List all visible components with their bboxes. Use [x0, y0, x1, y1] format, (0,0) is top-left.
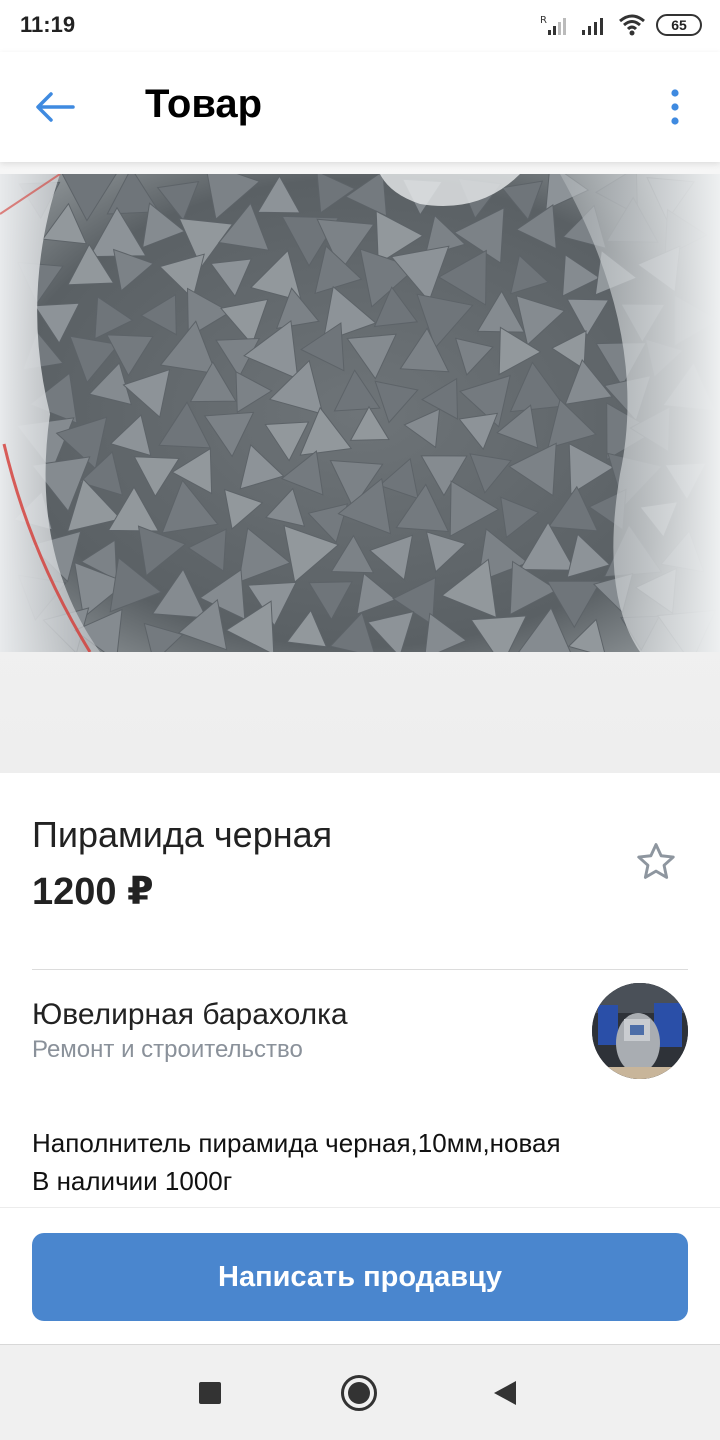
divider: [32, 969, 688, 970]
system-navigation-bar: [0, 1344, 720, 1440]
product-price: 1200 ₽: [32, 871, 154, 913]
recent-apps-icon[interactable]: [199, 1382, 221, 1404]
arrow-left-icon: [36, 92, 75, 122]
status-time: 11:19: [20, 12, 76, 37]
signal-roaming-icon: R: [540, 15, 566, 35]
home-icon[interactable]: [341, 1375, 377, 1411]
seller-avatar[interactable]: [592, 983, 688, 1079]
back-icon[interactable]: [494, 1381, 516, 1405]
seller-avatar-image: [592, 983, 688, 1079]
svg-text:R: R: [540, 15, 547, 26]
signal-icon: [582, 18, 603, 35]
contact-seller-button[interactable]: Написать продавцу: [32, 1233, 688, 1321]
product-image-area[interactable]: [0, 162, 720, 773]
star-outline-icon: [637, 843, 675, 879]
page-title: Товар: [145, 82, 263, 126]
battery-level: 65: [671, 17, 687, 33]
product-description: Наполнитель пирамида черная,10мм,новая В…: [32, 1124, 688, 1200]
description-line: В наличии 1000г: [32, 1166, 233, 1196]
wifi-icon: [619, 14, 645, 36]
seller-name[interactable]: Ювелирная барахолка: [32, 998, 348, 1032]
app-bar: Товар: [0, 52, 720, 162]
more-options-button[interactable]: [660, 82, 690, 132]
more-vertical-icon: [671, 89, 679, 125]
product-photo: [0, 174, 720, 652]
product-title: Пирамида черная: [32, 814, 333, 855]
battery-icon: 65: [656, 14, 702, 36]
favorite-button[interactable]: [630, 836, 682, 888]
status-bar: 11:19 R 65: [0, 0, 720, 52]
bottom-action-panel: Написать продавцу: [0, 1207, 720, 1344]
description-line: Наполнитель пирамида черная,10мм,новая: [32, 1128, 561, 1158]
seller-category: Ремонт и строительство: [32, 1036, 303, 1063]
back-button[interactable]: [30, 82, 80, 132]
status-icons: R 65: [540, 12, 702, 38]
